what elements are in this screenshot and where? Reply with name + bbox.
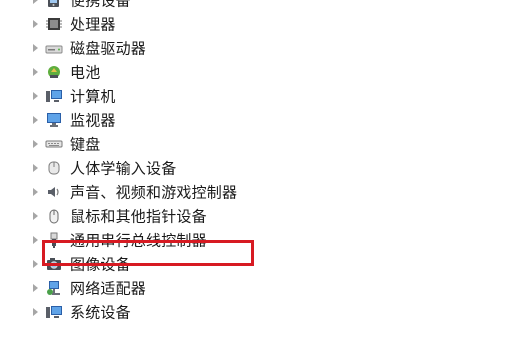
computer-icon (45, 88, 63, 104)
system-device-icon (45, 304, 63, 320)
tree-item-label: 处理器 (70, 15, 116, 34)
tree-item-label: 便携设备 (70, 0, 131, 10)
sound-icon (45, 184, 63, 200)
keyboard-icon (45, 136, 63, 152)
tree-item-label: 鼠标和其他指针设备 (70, 207, 207, 226)
monitor-icon (45, 112, 63, 128)
tree-item-imaging-devices[interactable]: 图像设备 (0, 252, 510, 276)
expand-arrow-icon[interactable] (33, 20, 38, 28)
tree-item-keyboards[interactable]: 键盘 (0, 132, 510, 156)
battery-icon (45, 64, 63, 80)
expand-arrow-icon[interactable] (33, 116, 38, 124)
expand-arrow-icon[interactable] (33, 44, 38, 52)
disk-drive-icon (45, 40, 63, 56)
expand-arrow-icon[interactable] (33, 92, 38, 100)
tree-item-computer[interactable]: 计算机 (0, 84, 510, 108)
tree-item-label: 磁盘驱动器 (70, 39, 147, 58)
tree-item-usb-controllers[interactable]: 通用串行总线控制器 (0, 228, 510, 252)
tree-item-processors[interactable]: 处理器 (0, 12, 510, 36)
tree-item-monitors[interactable]: 监视器 (0, 108, 510, 132)
tree-item-label: 监视器 (70, 111, 116, 130)
tree-item-sound-video-game[interactable]: 声音、视频和游戏控制器 (0, 180, 510, 204)
hid-icon (45, 160, 63, 176)
expand-arrow-icon[interactable] (33, 236, 38, 244)
tree-item-label: 通用串行总线控制器 (70, 231, 207, 250)
tree-item-portable-devices[interactable]: 便携设备 (0, 0, 510, 12)
tree-item-batteries[interactable]: 电池 (0, 60, 510, 84)
tree-item-mice[interactable]: 鼠标和其他指针设备 (0, 204, 510, 228)
mouse-icon (45, 208, 63, 224)
network-adapter-icon (45, 280, 63, 296)
tree-item-system-devices[interactable]: 系统设备 (0, 300, 510, 324)
tree-item-label: 网络适配器 (70, 279, 147, 298)
tree-item-disk-drives[interactable]: 磁盘驱动器 (0, 36, 510, 60)
tree-item-label: 图像设备 (70, 255, 131, 274)
expand-arrow-icon[interactable] (33, 284, 38, 292)
tree-item-label: 声音、视频和游戏控制器 (70, 183, 238, 202)
processor-icon (45, 16, 63, 32)
tree-item-label: 键盘 (70, 135, 101, 154)
expand-arrow-icon[interactable] (33, 164, 38, 172)
imaging-device-icon (45, 256, 63, 272)
expand-arrow-icon[interactable] (33, 68, 38, 76)
usb-icon (45, 232, 63, 248)
portable-device-icon (45, 0, 63, 8)
tree-item-hid[interactable]: 人体学输入设备 (0, 156, 510, 180)
expand-arrow-icon[interactable] (33, 212, 38, 220)
device-tree: 便携设备 处理器 磁盘驱动器 电池 计算机 监视器 键盘 人体学输入设备 声音、… (0, 0, 510, 324)
expand-arrow-icon[interactable] (33, 188, 38, 196)
tree-item-label: 计算机 (70, 87, 116, 106)
expand-arrow-icon[interactable] (33, 260, 38, 268)
expand-arrow-icon[interactable] (33, 0, 38, 4)
tree-item-label: 电池 (70, 63, 101, 82)
tree-item-network-adapters[interactable]: 网络适配器 (0, 276, 510, 300)
tree-item-label: 人体学输入设备 (70, 159, 177, 178)
expand-arrow-icon[interactable] (33, 308, 38, 316)
tree-item-label: 系统设备 (70, 303, 131, 322)
expand-arrow-icon[interactable] (33, 140, 38, 148)
